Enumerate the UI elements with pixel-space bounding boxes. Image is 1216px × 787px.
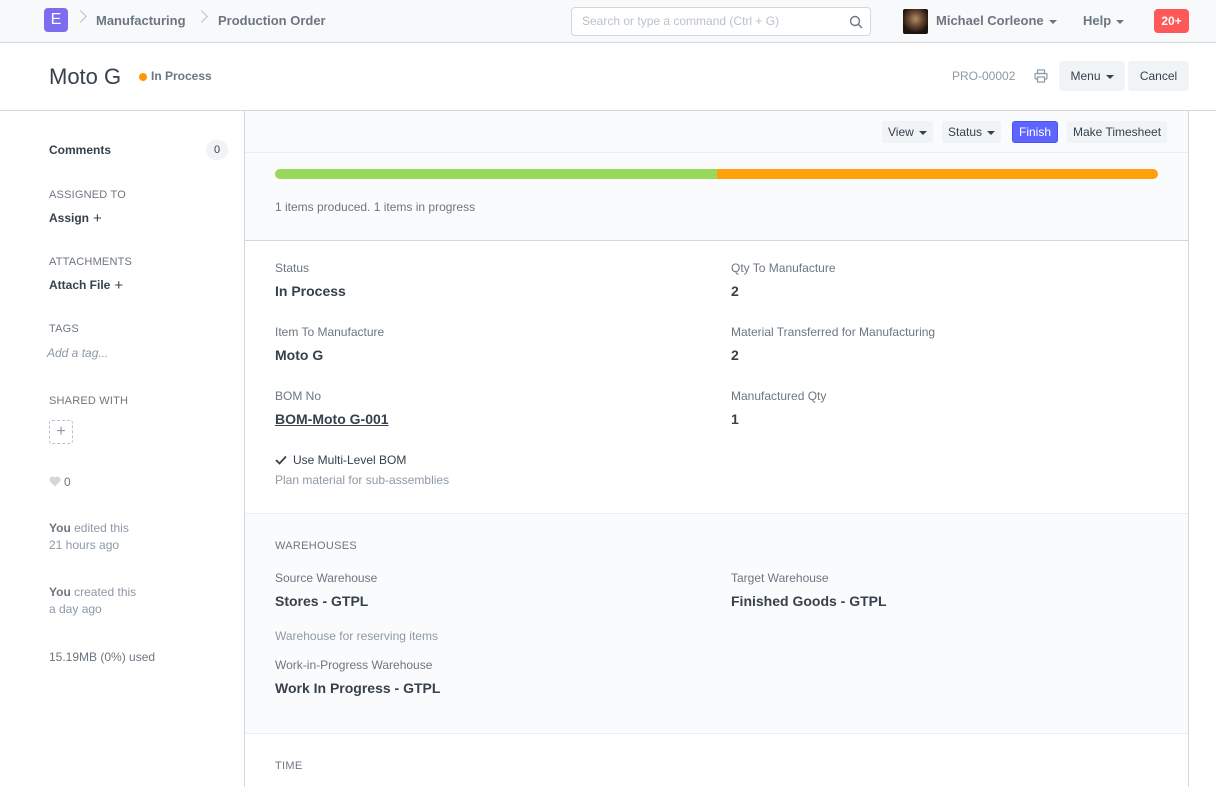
assign-button[interactable]: Assign + (49, 210, 102, 227)
target-warehouse-label: Target Warehouse (731, 571, 829, 585)
transferred-label: Material Transferred for Manufacturing (731, 325, 936, 339)
wip-warehouse-value: Work In Progress - GTPL (275, 680, 441, 696)
status-dropdown[interactable]: Status (942, 121, 1002, 143)
status-indicator: In Process (151, 69, 212, 83)
status-value: In Process (275, 283, 346, 299)
progress-bar (275, 169, 1158, 179)
progress-section: 1 items produced. 1 items in progress (245, 153, 1188, 241)
source-warehouse-value: Stores - GTPL (275, 593, 369, 609)
chevron-right-icon (195, 10, 208, 23)
search-box (571, 7, 871, 36)
plus-icon: + (93, 210, 102, 227)
add-tag-input[interactable]: Add a tag... (47, 346, 108, 360)
caret-down-icon (918, 130, 927, 135)
assigned-to-label: Assigned To (49, 189, 126, 201)
view-dropdown[interactable]: View (882, 121, 933, 143)
details-section: Status In Process Qty To Manufacture 2 I… (245, 242, 1188, 514)
caret-down-icon (1048, 19, 1057, 24)
form-sidebar: Comments 0 Assigned To Assign + Attachmen… (0, 112, 244, 787)
print-icon[interactable] (1034, 69, 1048, 83)
wip-warehouse-label: Work-in-Progress Warehouse (275, 658, 433, 672)
source-warehouse-label: Source Warehouse (275, 571, 378, 585)
warehouses-heading: Warehouses (275, 540, 358, 552)
transferred-value: 2 (731, 347, 739, 363)
reserving-description: Warehouse for reserving items (275, 629, 438, 643)
comments-count-badge: 0 (206, 140, 228, 160)
notifications-badge[interactable]: 20+ (1154, 9, 1189, 33)
menu-button[interactable]: Menu (1059, 61, 1125, 91)
warehouses-section: Warehouses Source Warehouse Stores - GTP… (245, 514, 1188, 734)
attach-file-button[interactable]: Attach File + (49, 277, 123, 294)
status-indicator-dot (139, 73, 147, 81)
activity-item: You created this a day ago (49, 584, 136, 618)
menu-label: Menu (1070, 69, 1101, 83)
assign-label: Assign (49, 211, 90, 225)
caret-down-icon (1105, 74, 1114, 79)
progress-in-progress (716, 169, 1158, 179)
multi-level-bom-checkbox[interactable]: Use Multi-Level BOM (293, 453, 406, 467)
navbar: E Manufacturing Production Order Michael… (0, 0, 1216, 43)
qty-value: 2 (731, 283, 739, 299)
activity-time: a day ago (49, 602, 102, 616)
tags-label: Tags (49, 323, 79, 335)
item-value: Moto G (275, 347, 324, 363)
caret-down-icon (987, 130, 996, 135)
activity-user: You (49, 521, 71, 535)
target-warehouse-value: Finished Goods - GTPL (731, 593, 887, 609)
activity-user: You (49, 585, 71, 599)
caret-down-icon (1116, 19, 1125, 24)
progress-text: 1 items produced. 1 items in progress (275, 200, 476, 214)
qty-label: Qty To Manufacture (731, 261, 836, 275)
share-add-button[interactable]: + (49, 420, 73, 444)
user-name: Michael Corleone (936, 13, 1044, 28)
breadcrumb-production-order[interactable]: Production Order (218, 13, 326, 28)
manufactured-label: Manufactured Qty (731, 389, 827, 403)
progress-produced (275, 169, 717, 179)
plus-icon: + (114, 277, 124, 294)
user-menu[interactable]: Michael Corleone (936, 13, 1057, 28)
view-label: View (888, 125, 914, 139)
activity-action: created this (74, 585, 137, 599)
bom-link[interactable]: BOM-Moto G-001 (275, 411, 389, 427)
help-label: Help (1083, 13, 1112, 28)
manufactured-value: 1 (731, 411, 739, 427)
cancel-button[interactable]: Cancel (1128, 61, 1189, 91)
activity-item: You edited this 21 hours ago (49, 520, 129, 554)
storage-usage: 15.19MB (0%) used (49, 650, 156, 664)
breadcrumb-manufacturing[interactable]: Manufacturing (96, 13, 186, 28)
comments-link[interactable]: Comments (49, 143, 111, 157)
finish-button[interactable]: Finish (1012, 121, 1059, 143)
chevron-right-icon (74, 10, 87, 23)
bom-label: BOM No (275, 389, 322, 403)
time-section: Time (245, 734, 1188, 787)
make-timesheet-button[interactable]: Make Timesheet (1067, 121, 1168, 143)
search-icon[interactable] (849, 15, 863, 29)
page-title: Moto G (49, 64, 122, 89)
search-input[interactable] (582, 14, 842, 28)
page-head: Moto G In Process PRO-00002 Menu Cancel (0, 43, 1216, 111)
status-dropdown-label: Status (948, 125, 983, 139)
avatar[interactable] (903, 9, 928, 34)
heart-icon[interactable] (49, 476, 61, 487)
help-menu[interactable]: Help (1083, 13, 1125, 28)
activity-time: 21 hours ago (49, 538, 120, 552)
status-label: Status (275, 261, 310, 275)
form-main: View Status Finish Make Timesheet 1 item… (244, 111, 1189, 787)
form-toolbar: View Status Finish Make Timesheet (245, 111, 1188, 153)
time-heading: Time (275, 760, 303, 772)
item-label: Item To Manufacture (275, 325, 385, 339)
multi-level-bom-description: Plan material for sub-assemblies (275, 473, 450, 487)
app-logo[interactable]: E (44, 8, 68, 32)
attachments-label: Attachments (49, 256, 133, 268)
like-count: 0 (64, 475, 71, 489)
shared-with-label: Shared With (49, 395, 129, 407)
document-name: PRO-00002 (952, 69, 1016, 83)
activity-action: edited this (74, 521, 129, 535)
attach-file-label: Attach File (49, 278, 111, 292)
check-icon (275, 455, 287, 465)
